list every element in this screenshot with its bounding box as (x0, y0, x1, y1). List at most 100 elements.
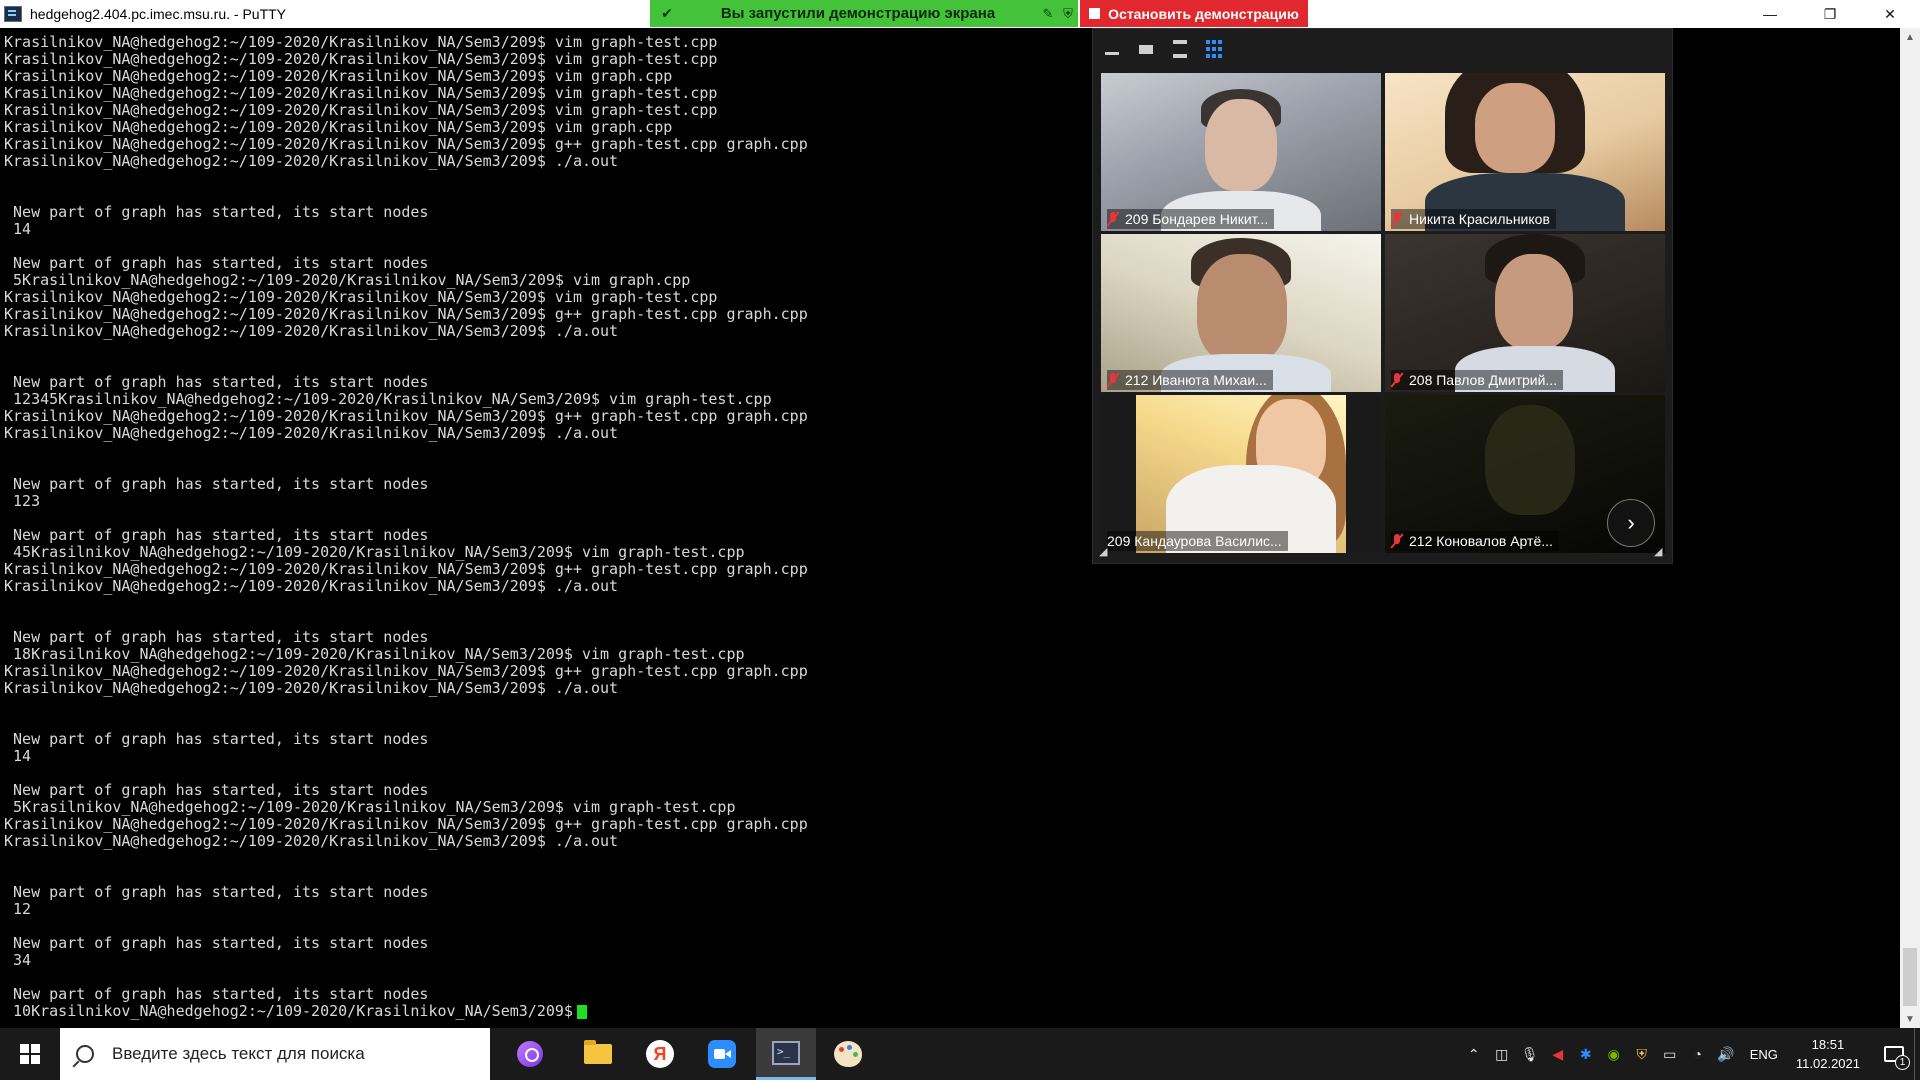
restore-button[interactable]: ❐ (1800, 0, 1860, 28)
taskbar-app-zoom[interactable] (692, 1028, 752, 1080)
mic-muted-icon (1391, 373, 1403, 387)
show-desktop-button[interactable] (1914, 1028, 1920, 1080)
participant-label: 212 Коновалов Артё... (1391, 531, 1559, 551)
terminal-scrollbar[interactable]: ▲ ▼ (1900, 28, 1920, 1028)
terminal-line: Krasilnikov_NA@hedgehog2:~/109-2020/Kras… (4, 662, 808, 680)
minimize-button[interactable]: — (1740, 0, 1800, 28)
scroll-down-icon[interactable]: ▼ (1900, 1010, 1920, 1028)
wifi-icon[interactable]: ◔ (1686, 1028, 1710, 1080)
terminal-line: New part of graph has started, its start… (4, 934, 429, 952)
participant-tile[interactable]: 208 Павлов Дмитрий... (1385, 234, 1665, 392)
resize-handle-right-icon[interactable]: ◢ (1654, 545, 1666, 558)
mic-muted-icon (1107, 212, 1119, 226)
minimize-video-icon[interactable] (1103, 40, 1121, 58)
terminal-line: 18Krasilnikov_NA@hedgehog2:~/109-2020/Kr… (4, 645, 745, 663)
camera-icon[interactable]: ◫ (1490, 1028, 1514, 1080)
stop-share-button[interactable]: Остановить демонстрацию (1080, 0, 1308, 27)
terminal-line: Krasilnikov_NA@hedgehog2:~/109-2020/Kras… (4, 577, 619, 595)
security-shield-icon[interactable]: ⛨ (1058, 6, 1078, 22)
strip-view-icon[interactable] (1171, 40, 1189, 58)
participant-name: 209 Бондарев Никит... (1125, 211, 1269, 227)
terminal-cursor (576, 1004, 587, 1019)
battery-icon[interactable]: ▭ (1658, 1028, 1682, 1080)
microphone-icon[interactable]: 🎙 (1518, 1028, 1542, 1080)
shield-icon[interactable]: ⛨ (1630, 1028, 1654, 1080)
participant-label: Никита Красильников (1391, 209, 1556, 229)
desktop: hedgehog2.404.pc.imec.msu.ru. - PuTTY — … (0, 0, 1920, 1080)
participant-tile[interactable]: 212 Коновалов Артё... › (1385, 395, 1665, 553)
stop-icon (1089, 8, 1101, 19)
terminal-line: Krasilnikov_NA@hedgehog2:~/109-2020/Kras… (4, 679, 619, 697)
participant-name: 208 Павлов Дмитрий... (1409, 372, 1558, 388)
terminal-line: New part of graph has started, its start… (4, 628, 429, 646)
stop-share-label: Остановить демонстрацию (1108, 5, 1299, 22)
mic-muted-icon (1107, 373, 1119, 387)
participant-tile[interactable]: 209 Бондарев Никит... (1101, 73, 1381, 231)
notification-center-button[interactable]: 1 (1874, 1028, 1914, 1080)
notification-badge: 1 (1895, 1055, 1910, 1070)
next-page-button[interactable]: › (1607, 499, 1655, 547)
putty-icon (772, 1040, 800, 1065)
terminal-line: New part of graph has started, its start… (4, 730, 429, 748)
taskbar-app-alice[interactable] (500, 1028, 560, 1080)
mic-status-icon[interactable]: ✎ (1038, 6, 1058, 22)
gallery-view-icon[interactable] (1205, 40, 1223, 58)
taskbar-app-paint[interactable] (818, 1028, 878, 1080)
participant-name: 212 Иванюта Михаи... (1125, 372, 1267, 388)
participant-label: 209 Кандаурова Василис... (1107, 531, 1288, 551)
terminal-line: 5Krasilnikov_NA@hedgehog2:~/109-2020/Kra… (4, 798, 736, 816)
clock-time: 18:51 (1811, 1037, 1845, 1052)
mic-muted-icon (1391, 212, 1403, 226)
clock-date: 11.02.2021 (1795, 1056, 1860, 1071)
participant-label: 209 Бондарев Никит... (1107, 209, 1275, 229)
taskbar-app-putty[interactable] (756, 1028, 816, 1080)
terminal-prompt: 10Krasilnikov_NA@hedgehog2:~/109-2020/Kr… (4, 1002, 573, 1020)
terminal-line: New part of graph has started, its start… (4, 883, 429, 901)
chevron-up-icon[interactable]: ⌃ (1462, 1028, 1486, 1080)
close-button[interactable]: ✕ (1860, 0, 1920, 28)
window-controls: — ❐ ✕ (1740, 0, 1920, 28)
terminal-line: Krasilnikov_NA@hedgehog2:~/109-2020/Kras… (4, 832, 619, 850)
language-indicator[interactable]: ENG (1750, 1047, 1778, 1062)
participant-label: 208 Павлов Дмитрий... (1391, 370, 1564, 390)
participant-tile[interactable]: Никита Красильников (1385, 73, 1665, 231)
terminal-line: New part of graph has started, its start… (4, 781, 429, 799)
participant-name: 209 Кандаурова Василис... (1107, 533, 1282, 549)
putty-app-icon[interactable] (4, 6, 22, 22)
video-gallery-panel[interactable]: 209 Бондарев Никит... Никита Красильнико… (1092, 28, 1673, 564)
participant-tile[interactable]: 209 Кандаурова Василис... (1101, 395, 1381, 553)
file-explorer-icon (584, 1040, 612, 1064)
nvidia-icon[interactable]: ◉ (1602, 1028, 1626, 1080)
terminal-line: New part of graph has started, its start… (4, 985, 429, 1003)
scroll-up-icon[interactable]: ▲ (1900, 28, 1920, 46)
search-icon (76, 1045, 94, 1063)
participant-name: Никита Красильников (1409, 211, 1550, 227)
paint-icon (834, 1041, 862, 1067)
taskbar-app-yandex[interactable]: Я (630, 1028, 690, 1080)
volume-icon[interactable]: 🔊 (1714, 1028, 1738, 1080)
taskbar-search[interactable]: Введите здесь текст для поиска (60, 1028, 490, 1080)
terminal-line: 10Krasilnikov_NA@hedgehog2:~/109-2020/Kr… (4, 1003, 1900, 1020)
speaker-view-icon[interactable] (1137, 40, 1155, 58)
flag-icon[interactable]: ◀ (1546, 1028, 1570, 1080)
search-placeholder: Введите здесь текст для поиска (112, 1044, 365, 1063)
window-title: hedgehog2.404.pc.imec.msu.ru. - PuTTY (30, 6, 287, 22)
system-tray: ⌃ ◫ 🎙 ◀ ✱ ◉ ⛨ ▭ ◔ 🔊 ENG 18:51 11.02.2021… (1460, 1028, 1920, 1080)
screen-share-banner: ✔ Вы запустили демонстрацию экрана ✎ ⛨ (650, 0, 1078, 27)
bluetooth-icon[interactable]: ✱ (1574, 1028, 1598, 1080)
terminal-line: Krasilnikov_NA@hedgehog2:~/109-2020/Kras… (4, 815, 808, 833)
scrollbar-thumb[interactable] (1903, 948, 1917, 1006)
clock[interactable]: 18:51 11.02.2021 (1796, 1035, 1860, 1073)
taskbar-app-explorer[interactable] (568, 1028, 628, 1080)
start-button[interactable] (0, 1028, 60, 1080)
participant-tile[interactable]: 212 Иванюта Михаи... (1101, 234, 1381, 392)
zoom-icon (708, 1040, 736, 1068)
resize-handle-left-icon[interactable]: ◢ (1099, 545, 1111, 558)
